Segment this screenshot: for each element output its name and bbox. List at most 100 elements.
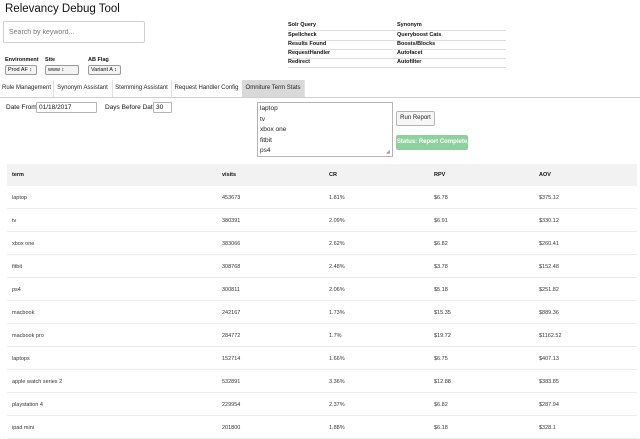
table-row: ipad mini 201800 1.88% $6.18 $328.1 bbox=[7, 416, 637, 439]
info-key-solr-query: Solr Query bbox=[288, 22, 317, 28]
days-before-date-label: Days Before Date bbox=[105, 104, 157, 111]
date-from-label: Date From bbox=[6, 104, 37, 111]
tab-omniture-term-stats[interactable]: Omniture Term Stats bbox=[242, 80, 305, 97]
tab-synonym-assistant[interactable]: Synonym Assistant bbox=[53, 80, 113, 97]
cr-cell: 1.81% bbox=[329, 194, 345, 201]
rpv-cell: $6.78 bbox=[434, 194, 448, 201]
environment-select[interactable]: Prod AF ↕ bbox=[5, 65, 37, 75]
table-header-row: term visits CR RPV AOV bbox=[7, 164, 637, 186]
table-body: laptop 453673 1.81% $6.78 $375.12 tv 380391 2.0… bbox=[7, 186, 637, 439]
term-line: laptop bbox=[260, 105, 278, 112]
rpv-cell: $6.82 bbox=[434, 401, 448, 408]
term-line: tv bbox=[260, 115, 266, 123]
results-table: term visits CR RPV AOV laptop 453673 1.81%… bbox=[7, 164, 637, 439]
ab-flag-select[interactable]: Variant A ↕ bbox=[88, 65, 121, 75]
search-input[interactable] bbox=[3, 21, 145, 43]
site-label: Site bbox=[45, 57, 56, 63]
column-header-aov[interactable]: AOV bbox=[539, 164, 551, 186]
term-line: fitbit bbox=[260, 136, 272, 144]
cr-cell: 2.09% bbox=[329, 217, 345, 224]
visits-cell: 229954 bbox=[222, 401, 241, 408]
aov-cell: $407.13 bbox=[539, 355, 559, 362]
info-key-requesthandler: RequestHandler bbox=[288, 50, 331, 56]
column-header-cr[interactable]: CR bbox=[329, 164, 337, 186]
aov-cell: $251.82 bbox=[539, 286, 559, 293]
tab-request-handler-config[interactable]: Request Handler Config bbox=[171, 80, 243, 97]
info-key-results-found: Results Found bbox=[288, 41, 327, 47]
days-before-date-input[interactable]: 30 bbox=[153, 102, 172, 113]
visits-cell: 152714 bbox=[222, 355, 241, 362]
info-value-boosts-blocks: Boosts/Blocks bbox=[397, 41, 436, 47]
search-terms-textarea[interactable]: laptop tv xbox one fitbit ps4 ◢ bbox=[257, 102, 393, 157]
visits-cell: 380391 bbox=[222, 217, 241, 224]
term-cell: ipad mini bbox=[12, 424, 35, 431]
aov-cell: $1162.52 bbox=[539, 332, 562, 339]
table-row: ps4 300811 2.06% $5.18 $251.82 bbox=[7, 278, 637, 301]
debug-info-panel: Solr Query Synonym Spellcheck Queryboost… bbox=[288, 22, 506, 70]
column-header-visits[interactable]: visits bbox=[222, 164, 236, 186]
table-row: macbook 242167 1.73% $15.35 $889.36 bbox=[7, 301, 637, 324]
visits-cell: 300811 bbox=[222, 286, 240, 293]
term-cell: laptop bbox=[12, 194, 27, 201]
rpv-cell: $6.91 bbox=[434, 217, 448, 224]
term-line: xbox one bbox=[260, 126, 287, 133]
app-title: Relevancy Debug Tool bbox=[5, 3, 120, 15]
term-cell: playstation 4 bbox=[12, 401, 43, 408]
visits-cell: 453673 bbox=[222, 194, 241, 201]
visits-cell: 308768 bbox=[222, 263, 241, 270]
term-cell: laptops bbox=[12, 355, 30, 362]
date-from-input[interactable]: 01/18/2017 bbox=[36, 102, 97, 113]
aov-cell: $260.41 bbox=[539, 240, 559, 247]
info-value-autofilter: Autofilter bbox=[397, 59, 422, 65]
term-cell: tv bbox=[12, 217, 17, 224]
resize-handle-icon[interactable]: ◢ bbox=[386, 150, 391, 155]
visits-cell: 383066 bbox=[222, 240, 241, 247]
tab-stemming-assistant[interactable]: Stemming Assistant bbox=[112, 80, 172, 97]
term-cell: apple watch series 2 bbox=[12, 378, 63, 385]
cr-cell: 1.66% bbox=[329, 355, 345, 362]
table-row: laptop 453673 1.81% $6.78 $375.12 bbox=[7, 186, 637, 209]
info-value-synonym: Synonym bbox=[397, 22, 422, 28]
rpv-cell: $12.88 bbox=[434, 378, 451, 385]
aov-cell: $375.12 bbox=[539, 194, 559, 201]
table-row: playstation 4 229954 2.37% $6.82 $287.94 bbox=[7, 393, 637, 416]
table-row: fitbit 308768 2.48% $3.78 $152.48 bbox=[7, 255, 637, 278]
table-row: apple watch series 2 532891 3.36% $12.88 $38… bbox=[7, 370, 637, 393]
info-value-autofacet: Autofacet bbox=[397, 50, 423, 56]
term-cell: macbook bbox=[12, 309, 35, 316]
aov-cell: $889.36 bbox=[539, 309, 559, 316]
rpv-cell: $6.75 bbox=[434, 355, 448, 362]
cr-cell: 2.37% bbox=[329, 401, 345, 408]
rpv-cell: $5.18 bbox=[434, 286, 448, 293]
aov-cell: $330.12 bbox=[539, 217, 559, 224]
tab-rule-management[interactable]: Rule Management bbox=[0, 80, 54, 97]
visits-cell: 242167 bbox=[222, 309, 241, 316]
info-key-spellcheck: Spellcheck bbox=[288, 32, 317, 38]
cr-cell: 2.48% bbox=[329, 263, 345, 270]
aov-cell: $328.1 bbox=[539, 424, 556, 431]
site-select[interactable]: www ↕ bbox=[45, 65, 79, 75]
cr-cell: 1.88% bbox=[329, 424, 345, 431]
term-cell: macbook pro bbox=[12, 332, 44, 339]
info-key-redirect: Redirect bbox=[288, 59, 311, 65]
info-divider bbox=[288, 30, 506, 31]
visits-cell: 284772 bbox=[222, 332, 241, 339]
table-row: macbook pro 284772 1.7% $19.72 $1162.52 bbox=[7, 324, 637, 347]
tab-bar: Rule Management Synonym Assistant Stemmi… bbox=[0, 80, 640, 98]
term-line: ps4 bbox=[260, 147, 271, 154]
run-report-button[interactable]: Run Report bbox=[396, 111, 435, 126]
table-row: laptops 152714 1.66% $6.75 $407.13 bbox=[7, 347, 637, 370]
term-cell: ps4 bbox=[12, 286, 21, 293]
term-cell: xbox one bbox=[12, 240, 35, 247]
cr-cell: 1.7% bbox=[329, 332, 342, 339]
table-row: xbox one 383066 2.62% $6.82 $260.41 bbox=[7, 232, 637, 255]
column-header-term[interactable]: term bbox=[12, 164, 24, 186]
aov-cell: $152.48 bbox=[539, 263, 559, 270]
cr-cell: 3.36% bbox=[329, 378, 345, 385]
column-header-rpv[interactable]: RPV bbox=[434, 164, 445, 186]
aov-cell: $287.94 bbox=[539, 401, 559, 408]
rpv-cell: $15.35 bbox=[434, 309, 451, 316]
status-badge: Status: Report Complete bbox=[396, 135, 468, 150]
cr-cell: 2.06% bbox=[329, 286, 345, 293]
rpv-cell: $6.18 bbox=[434, 424, 448, 431]
